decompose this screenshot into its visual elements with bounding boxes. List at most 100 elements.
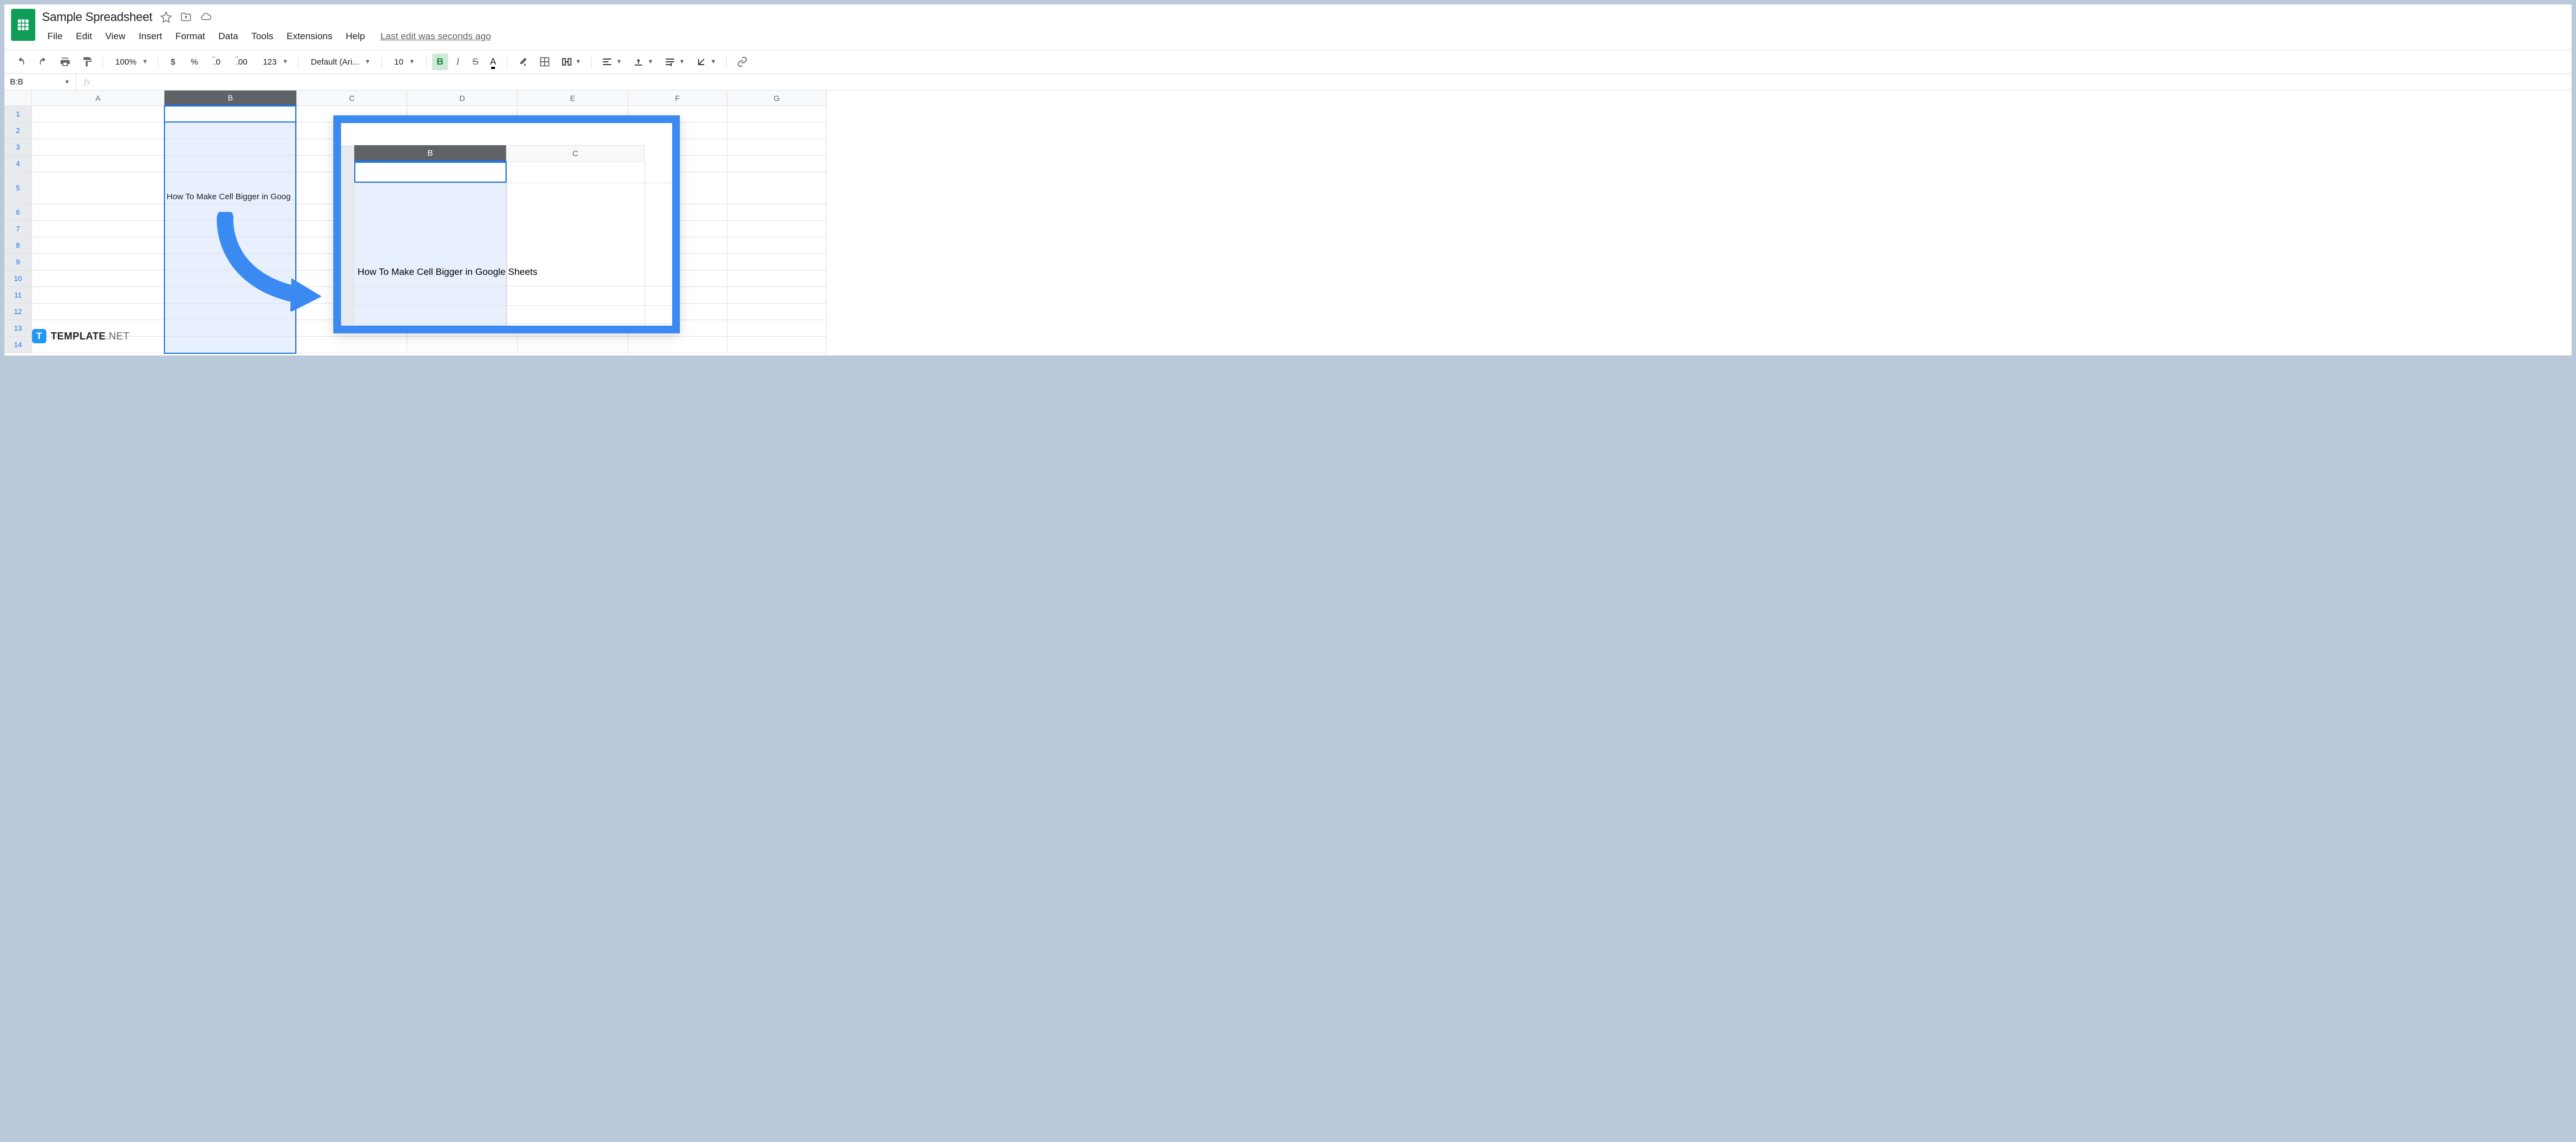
cell[interactable] bbox=[32, 156, 164, 172]
zoom-dropdown[interactable]: 100% ▼ bbox=[109, 55, 152, 69]
cell[interactable] bbox=[727, 221, 827, 237]
undo-button[interactable] bbox=[11, 54, 31, 70]
col-header-a[interactable]: A bbox=[32, 91, 164, 106]
cell[interactable] bbox=[32, 172, 164, 204]
borders-button[interactable] bbox=[535, 54, 555, 70]
cell[interactable] bbox=[727, 320, 827, 337]
h-align-button[interactable]: ▼ bbox=[597, 54, 626, 70]
menu-data[interactable]: Data bbox=[213, 29, 244, 44]
cell[interactable] bbox=[727, 204, 827, 221]
menu-help[interactable]: Help bbox=[340, 29, 370, 44]
cell[interactable] bbox=[164, 337, 297, 353]
row-header[interactable]: 10 bbox=[4, 270, 32, 287]
redo-button[interactable] bbox=[33, 54, 53, 70]
document-title[interactable]: Sample Spreadsheet bbox=[42, 10, 152, 24]
cell[interactable] bbox=[32, 123, 164, 139]
row-header[interactable]: 2 bbox=[4, 123, 32, 139]
text-rotate-button[interactable]: ▼ bbox=[691, 54, 721, 70]
cell[interactable] bbox=[164, 320, 297, 337]
row-header[interactable]: 9 bbox=[4, 254, 32, 270]
row-header[interactable]: 1 bbox=[4, 106, 32, 123]
cell[interactable] bbox=[164, 254, 297, 270]
col-header-d[interactable]: D bbox=[407, 91, 518, 106]
row-header[interactable]: 8 bbox=[4, 237, 32, 254]
cell[interactable] bbox=[297, 337, 407, 353]
cell[interactable] bbox=[727, 287, 827, 304]
cell[interactable] bbox=[32, 221, 164, 237]
menu-tools[interactable]: Tools bbox=[246, 29, 279, 44]
cell[interactable] bbox=[32, 304, 164, 320]
merge-cells-button[interactable]: ▼ bbox=[557, 54, 586, 70]
increase-decimal-button[interactable]: .00→ bbox=[229, 54, 254, 70]
row-header[interactable]: 7 bbox=[4, 221, 32, 237]
decrease-decimal-button[interactable]: .0← bbox=[207, 54, 227, 70]
cell[interactable] bbox=[727, 254, 827, 270]
cell[interactable] bbox=[518, 337, 628, 353]
strikethrough-button[interactable]: S bbox=[468, 54, 483, 70]
cell[interactable] bbox=[32, 139, 164, 156]
cell[interactable] bbox=[727, 270, 827, 287]
menu-insert[interactable]: Insert bbox=[133, 29, 168, 44]
percent-button[interactable]: % bbox=[184, 54, 205, 70]
cell[interactable] bbox=[164, 237, 297, 254]
move-icon[interactable] bbox=[180, 11, 192, 23]
cell[interactable] bbox=[407, 337, 518, 353]
cell[interactable] bbox=[164, 204, 297, 221]
cell[interactable] bbox=[727, 156, 827, 172]
cell[interactable] bbox=[164, 106, 297, 123]
col-header-b[interactable]: B bbox=[164, 91, 297, 106]
cell[interactable] bbox=[727, 123, 827, 139]
text-wrap-button[interactable]: ▼ bbox=[660, 54, 689, 70]
cell[interactable] bbox=[164, 221, 297, 237]
cell[interactable] bbox=[727, 172, 827, 204]
cell[interactable] bbox=[164, 139, 297, 156]
insert-link-button[interactable] bbox=[732, 54, 752, 70]
cell[interactable] bbox=[32, 237, 164, 254]
col-header-c[interactable]: C bbox=[297, 91, 407, 106]
cell[interactable] bbox=[32, 106, 164, 123]
italic-button[interactable]: I bbox=[450, 54, 466, 70]
row-header[interactable]: 14 bbox=[4, 337, 32, 353]
cell[interactable] bbox=[32, 204, 164, 221]
paint-format-button[interactable] bbox=[77, 54, 97, 70]
cell[interactable] bbox=[32, 270, 164, 287]
cell[interactable] bbox=[727, 304, 827, 320]
row-header[interactable]: 4 bbox=[4, 156, 32, 172]
bold-button[interactable]: B bbox=[432, 54, 448, 70]
col-header-g[interactable]: G bbox=[727, 91, 827, 106]
menu-view[interactable]: View bbox=[100, 29, 131, 44]
menu-file[interactable]: File bbox=[42, 29, 68, 44]
row-header[interactable]: 11 bbox=[4, 287, 32, 304]
cell[interactable] bbox=[164, 304, 297, 320]
font-dropdown[interactable]: Default (Ari... ▼ bbox=[304, 55, 376, 69]
last-edit-link[interactable]: Last edit was seconds ago bbox=[380, 31, 491, 42]
row-header[interactable]: 6 bbox=[4, 204, 32, 221]
formula-input[interactable] bbox=[98, 74, 2572, 90]
font-size-dropdown[interactable]: 10 ▼ bbox=[387, 55, 421, 69]
row-header[interactable]: 5 bbox=[4, 172, 32, 204]
overlay-col-header-b[interactable]: B bbox=[354, 145, 507, 162]
row-header[interactable]: 12 bbox=[4, 304, 32, 320]
v-align-button[interactable]: ▼ bbox=[629, 54, 658, 70]
col-header-e[interactable]: E bbox=[518, 91, 628, 106]
cell[interactable] bbox=[164, 123, 297, 139]
menu-format[interactable]: Format bbox=[170, 29, 211, 44]
cell[interactable] bbox=[727, 337, 827, 353]
row-header[interactable]: 3 bbox=[4, 139, 32, 156]
name-box[interactable]: B:B ▼ bbox=[4, 74, 76, 90]
cell[interactable] bbox=[164, 156, 297, 172]
cell[interactable] bbox=[32, 287, 164, 304]
star-icon[interactable] bbox=[160, 11, 172, 23]
sheets-logo[interactable] bbox=[11, 9, 35, 41]
cell[interactable] bbox=[727, 106, 827, 123]
select-all-cell[interactable] bbox=[4, 91, 32, 106]
cell[interactable] bbox=[628, 337, 727, 353]
cell[interactable] bbox=[727, 139, 827, 156]
more-formats-button[interactable]: 123 ▼ bbox=[256, 55, 292, 69]
cell[interactable] bbox=[164, 287, 297, 304]
cell[interactable] bbox=[727, 237, 827, 254]
cell[interactable] bbox=[164, 270, 297, 287]
menu-extensions[interactable]: Extensions bbox=[281, 29, 338, 44]
col-header-f[interactable]: F bbox=[628, 91, 727, 106]
menu-edit[interactable]: Edit bbox=[70, 29, 97, 44]
